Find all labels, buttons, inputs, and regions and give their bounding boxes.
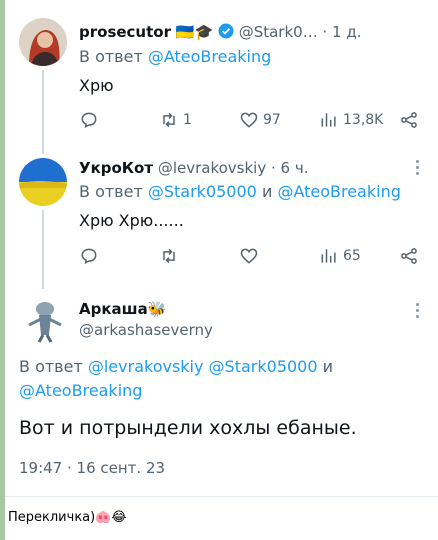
reply-icon bbox=[81, 248, 97, 264]
tweet-header: prosecutor 🇺🇦🎓 @Stark0… · 1 д. bbox=[79, 22, 361, 42]
tweet-handle-row: @arkashaseverny bbox=[79, 320, 213, 340]
thread-line bbox=[42, 140, 44, 154]
thread-line bbox=[42, 275, 44, 289]
thread-line bbox=[42, 70, 44, 140]
separator: · bbox=[317, 23, 333, 41]
more-icon[interactable] bbox=[416, 160, 420, 178]
like-icon bbox=[240, 112, 258, 128]
reply-button[interactable] bbox=[79, 246, 99, 266]
views-button[interactable]: 65 bbox=[319, 246, 361, 266]
reply-and: и bbox=[261, 182, 273, 201]
views-count: 65 bbox=[343, 248, 361, 264]
tweet-ukrokot[interactable]: УкроКот @levrakovskiy · 6 ч. В ответ @St… bbox=[5, 140, 438, 275]
views-button[interactable]: 13,8K bbox=[319, 110, 383, 130]
tweet-header: Аркаша🐝 bbox=[79, 299, 166, 319]
action-bar: 65 bbox=[79, 246, 424, 268]
like-icon bbox=[240, 248, 258, 264]
tweet-text: Хрю Хрю...... bbox=[79, 211, 184, 230]
retweet-button[interactable]: 1 bbox=[159, 110, 192, 130]
reply-mention[interactable]: @levrakovskiy @Stark05000 bbox=[88, 357, 318, 376]
views-count: 13,8K bbox=[343, 112, 384, 128]
name-emoji: 🇺🇦🎓 bbox=[175, 23, 214, 41]
reply-prefix: В ответ bbox=[79, 182, 143, 201]
time[interactable]: 6 ч. bbox=[281, 159, 309, 177]
separator: · bbox=[266, 159, 281, 177]
tweet-header: УкроКот @levrakovskiy · 6 ч. bbox=[79, 158, 309, 178]
message-caption: Перекличка)🐽😂 bbox=[8, 510, 127, 525]
avatar[interactable] bbox=[19, 18, 67, 66]
like-button[interactable]: 97 bbox=[239, 110, 281, 130]
handle[interactable]: @levrakovskiy bbox=[158, 159, 266, 177]
screenshot-frame: prosecutor 🇺🇦🎓 @Stark0… · 1 д. В ответ @… bbox=[5, 0, 438, 540]
reply-mention[interactable]: @AteoBreaking bbox=[277, 182, 400, 201]
name-emoji: 🐝 bbox=[147, 300, 167, 318]
views-icon bbox=[321, 113, 336, 127]
timestamp[interactable]: 19:47 · 16 сент. 23 bbox=[19, 458, 165, 478]
share-icon bbox=[401, 248, 417, 264]
retweet-button[interactable] bbox=[159, 246, 179, 266]
reply-and: и bbox=[322, 357, 334, 376]
reply-mention[interactable]: @Stark05000 bbox=[148, 182, 257, 201]
tweet-arkasha[interactable]: Аркаша🐝 @arkashaseverny В ответ @levrako… bbox=[5, 275, 438, 495]
time[interactable]: 1 д. bbox=[332, 23, 361, 41]
verified-badge-icon bbox=[218, 23, 234, 39]
reply-mention[interactable]: @AteoBreaking bbox=[19, 381, 142, 400]
display-name[interactable]: УкроКот bbox=[79, 159, 153, 177]
retweet-count: 1 bbox=[183, 112, 192, 128]
reply-prefix: В ответ bbox=[19, 357, 83, 376]
like-button[interactable] bbox=[239, 246, 259, 266]
reply-button[interactable] bbox=[79, 110, 99, 130]
reply-to: В ответ @Stark05000 и @AteoBreaking bbox=[79, 182, 401, 202]
reply-mention[interactable]: @AteoBreaking bbox=[148, 47, 271, 66]
handle[interactable]: @arkashaseverny bbox=[79, 321, 213, 339]
thread-line bbox=[42, 210, 44, 275]
handle[interactable]: @Stark0… bbox=[239, 23, 318, 41]
reply-to-line2: @AteoBreaking bbox=[19, 381, 142, 401]
reply-to: В ответ @levrakovskiy @Stark05000 и bbox=[19, 357, 333, 377]
share-button[interactable] bbox=[399, 110, 419, 130]
tweet-text: Вот и потрындели хохлы ебаные. bbox=[19, 417, 357, 439]
display-name[interactable]: Аркаша bbox=[79, 300, 148, 318]
action-bar: 1 97 13,8K bbox=[79, 110, 424, 132]
tweet-text: Хрю bbox=[79, 76, 114, 95]
avatar[interactable] bbox=[19, 295, 67, 343]
reply-icon bbox=[81, 112, 97, 128]
divider bbox=[5, 496, 438, 497]
views-icon bbox=[321, 249, 336, 263]
like-count: 97 bbox=[263, 112, 281, 128]
display-name[interactable]: prosecutor bbox=[79, 23, 171, 41]
tweet-prosecutor[interactable]: prosecutor 🇺🇦🎓 @Stark0… · 1 д. В ответ @… bbox=[5, 0, 438, 140]
avatar[interactable] bbox=[19, 158, 67, 206]
reply-prefix: В ответ bbox=[79, 47, 143, 66]
reply-to: В ответ @AteoBreaking bbox=[79, 47, 271, 67]
retweet-icon bbox=[163, 112, 175, 128]
share-icon bbox=[401, 112, 417, 128]
share-button[interactable] bbox=[399, 246, 419, 266]
retweet-icon bbox=[163, 248, 175, 264]
more-icon[interactable] bbox=[416, 303, 420, 321]
